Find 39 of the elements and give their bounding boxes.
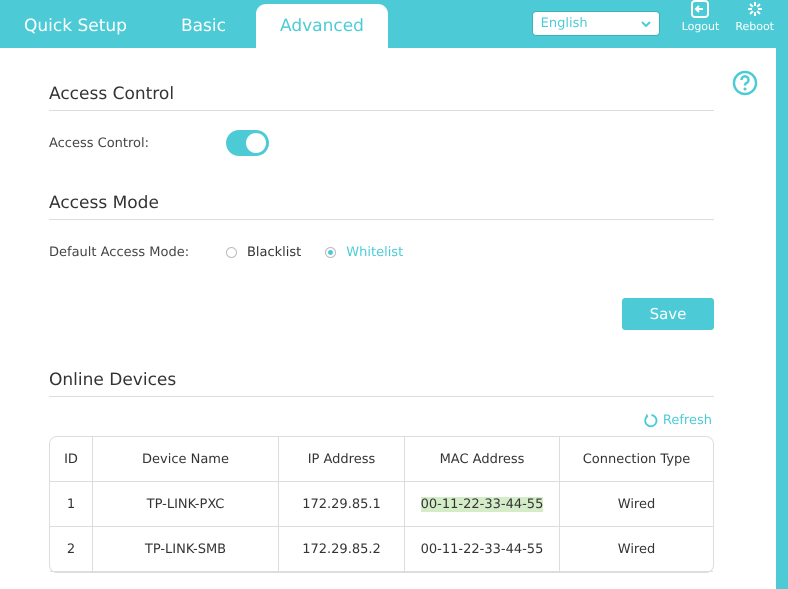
column-header: IP Address [279, 437, 405, 482]
field-label: Access Control: [49, 136, 150, 150]
radio-option[interactable]: Whitelist [325, 244, 404, 260]
nav-tab[interactable]: Advanced [256, 4, 388, 48]
table-cell: Wired [560, 527, 713, 572]
refresh-link[interactable]: Refresh [642, 413, 712, 428]
table-cell: TP-LINK-SMB [93, 527, 279, 572]
nav-tab[interactable]: Basic [156, 4, 250, 48]
table-cell: 172.29.85.2 [279, 527, 405, 572]
logout-icon [690, 0, 710, 18]
column-header: ID [50, 437, 93, 482]
column-header: Connection Type [560, 437, 713, 482]
refresh-icon [642, 413, 658, 428]
table-cell: 172.29.85.1 [279, 482, 405, 527]
help-icon[interactable] [732, 70, 758, 96]
radio-label: Blacklist [247, 244, 302, 260]
radio-button[interactable] [226, 246, 237, 258]
section-title: Access Mode [49, 193, 714, 220]
logout-button[interactable]: Logout [682, 0, 720, 33]
table-cell: 00-11-22-33-44-55 [405, 527, 560, 572]
column-header: Device Name [93, 437, 279, 482]
table-cell: TP-LINK-PXC [93, 482, 279, 527]
field-label: Default Access Mode: [49, 244, 190, 260]
radio-label: Whitelist [346, 244, 404, 260]
section-title: Access Control [49, 84, 714, 111]
toggle-switch[interactable] [226, 130, 269, 156]
save-button[interactable]: Save [622, 298, 714, 330]
radio-option[interactable]: Blacklist [226, 244, 302, 260]
chevron-down-icon [640, 20, 651, 26]
language-select[interactable]: English [532, 11, 660, 36]
section-title: Online Devices [49, 370, 714, 397]
table-cell: 00-11-22-33-44-55 [405, 482, 560, 527]
table-cell: 2 [50, 527, 93, 572]
table-cell: 1 [50, 482, 93, 527]
radio-button[interactable] [325, 246, 336, 258]
nav-tab[interactable]: Quick Setup [0, 4, 151, 48]
column-header: MAC Address [405, 437, 560, 482]
table-cell: Wired [560, 482, 713, 527]
reboot-button[interactable]: Reboot [735, 0, 774, 33]
